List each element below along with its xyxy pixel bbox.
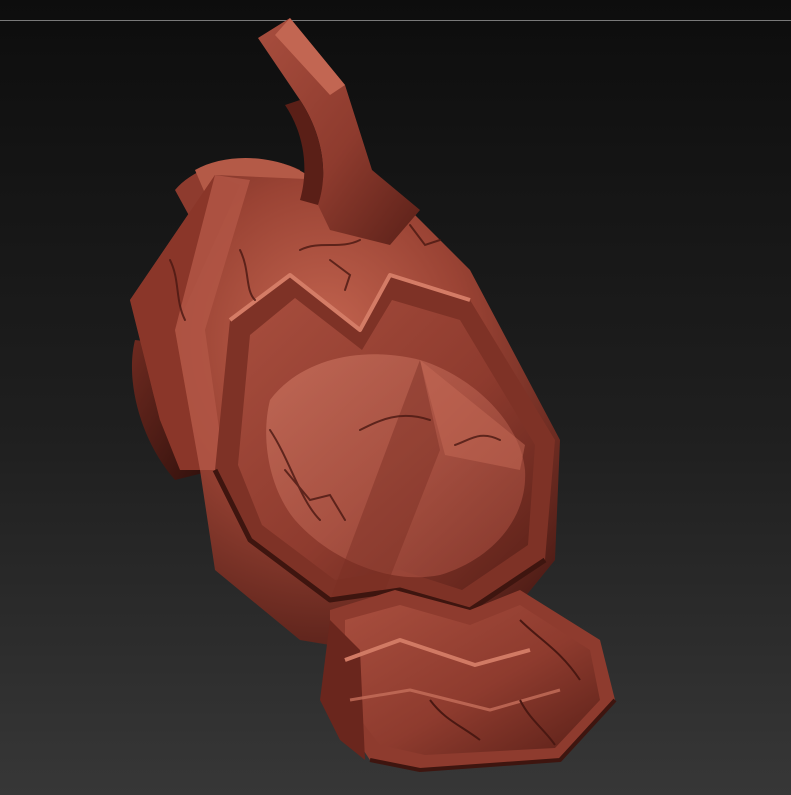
hand-plates [320, 590, 617, 772]
sculpted-armor-model[interactable] [0, 0, 791, 795]
sculpt-viewport[interactable] [0, 0, 791, 795]
